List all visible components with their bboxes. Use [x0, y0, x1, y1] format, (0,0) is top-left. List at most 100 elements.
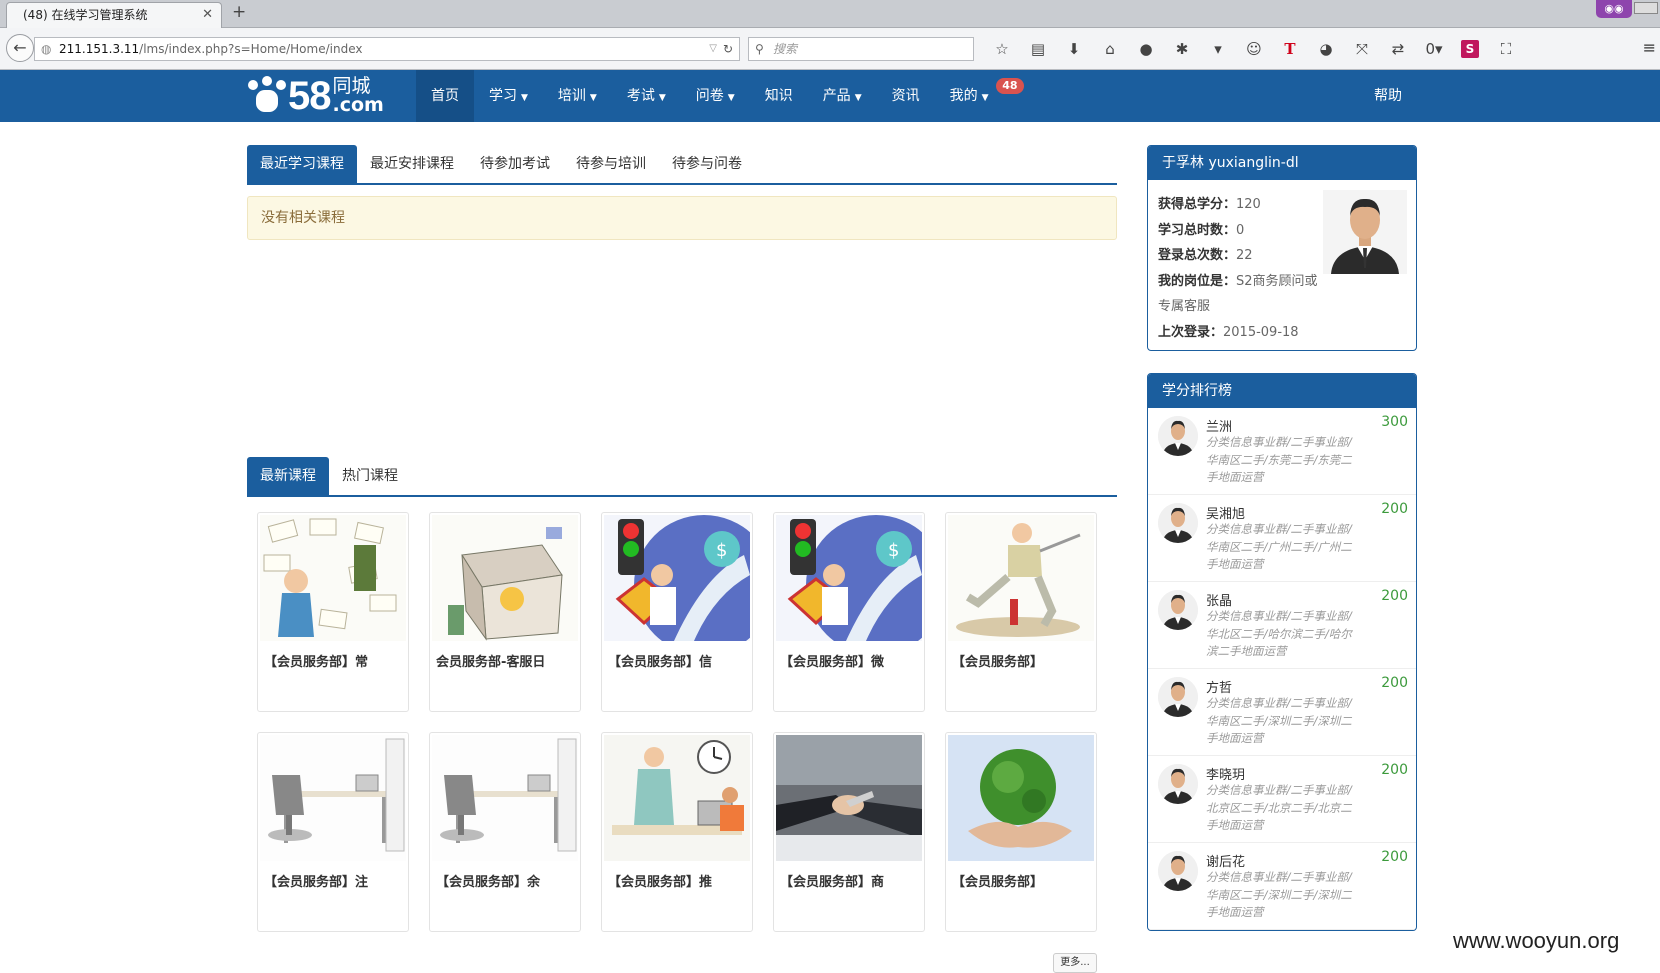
tab-tabs_top-0[interactable]: 最近学习课程 — [247, 145, 357, 183]
course-title[interactable]: 【会员服务部】推 — [608, 871, 748, 890]
course-thumbnail[interactable]: $ — [776, 515, 922, 641]
history-dropdown-icon[interactable]: ▽ — [709, 38, 717, 60]
bookmark-star-icon[interactable]: ☆ — [984, 38, 1020, 60]
course-thumbnail[interactable] — [432, 515, 578, 641]
course-title[interactable]: 【会员服务部】商 — [780, 871, 920, 890]
user-avatar — [1158, 764, 1198, 804]
course-title[interactable]: 【会员服务部】余 — [436, 871, 576, 890]
caret-down-icon: ▼ — [589, 93, 597, 103]
menu-hamburger-icon[interactable]: ≡ — [1643, 38, 1656, 57]
course-card[interactable]: 会员服务部-客服日 — [429, 512, 581, 712]
browser-tab[interactable]: (48) 在线学习管理系统 ✕ — [6, 2, 222, 28]
caret-down-icon: ▼ — [521, 93, 528, 103]
course-title[interactable]: 【会员服务部】 — [952, 651, 1092, 670]
user-avatar — [1158, 416, 1198, 456]
reading-list-icon[interactable]: ▤ — [1020, 38, 1056, 60]
course-thumbnail[interactable] — [776, 735, 922, 861]
course-card[interactable]: 【会员服务部】常 — [257, 512, 409, 712]
course-card[interactable]: 【会员服务部】注 — [257, 732, 409, 932]
private-browsing-icon: ◉◉ — [1596, 0, 1632, 18]
ranking-row: 方哲 分类信息事业群/二手事业部/华南区二手/深圳二手/深圳二手地面运营 200 — [1148, 669, 1416, 756]
course-thumbnail[interactable] — [260, 515, 406, 641]
nav-item-label: 学习 — [489, 88, 517, 104]
ranking-score: 200 — [1381, 501, 1408, 517]
adblock-counter-icon[interactable]: 0▾ — [1416, 38, 1452, 60]
ranking-dept: 分类信息事业群/二手事业部/北京区二手/北京二手/北京二手地面运营 — [1206, 783, 1352, 832]
course-thumbnail[interactable] — [948, 515, 1094, 641]
help-link[interactable]: 帮助 — [1374, 70, 1402, 122]
more-button[interactable]: 更多... — [1053, 953, 1097, 973]
home-icon[interactable]: ⌂ — [1092, 38, 1128, 60]
chevron-down-icon[interactable]: ▾ — [1200, 38, 1236, 60]
search-input[interactable]: ⚲ 搜索 — [748, 37, 974, 61]
tab-tabs_top-4[interactable]: 待参与问卷 — [659, 145, 755, 183]
nav-item-4[interactable]: 问卷 ▼ — [681, 70, 750, 122]
address-bar[interactable]: ◍ 211.151.3.11/lms/index.php?s=Home/Home… — [34, 37, 740, 61]
back-arrow-icon[interactable]: ← — [6, 34, 34, 62]
profile-panel: 于孚林 yuxianglin-dl 获得总学分：120 学习总时数：0 登录总次… — [1147, 145, 1417, 351]
course-tabs: 最新课程 热门课程 — [247, 457, 1117, 497]
course-thumbnail[interactable] — [604, 735, 750, 861]
reload-icon[interactable]: ↻ — [723, 38, 733, 60]
close-tab-icon[interactable]: ✕ — [202, 3, 213, 27]
course-title[interactable]: 【会员服务部】注 — [264, 871, 404, 890]
course-title[interactable]: 【会员服务部】微 — [780, 651, 920, 670]
nav-item-8[interactable]: 我的 ▼ 48 — [935, 70, 1024, 122]
course-thumbnail[interactable] — [260, 735, 406, 861]
course-card[interactable]: $ 【会员服务部】信 — [601, 512, 753, 712]
course-card[interactable]: 【会员服务部】推 — [601, 732, 753, 932]
course-card[interactable]: 【会员服务部】余 — [429, 732, 581, 932]
tab-tabs_top-2[interactable]: 待参加考试 — [467, 145, 563, 183]
credits-value: 120 — [1236, 197, 1261, 212]
nav-item-6[interactable]: 产品 ▼ — [808, 70, 877, 122]
crop-screenshot-icon[interactable]: ⛶ — [1488, 38, 1524, 60]
nav-item-label: 培训 — [557, 88, 586, 104]
course-title[interactable]: 【会员服务部】信 — [608, 651, 748, 670]
svg-text:$: $ — [888, 540, 899, 561]
globe-addon-icon[interactable]: ◕ — [1308, 38, 1344, 60]
ranking-dept: 分类信息事业群/二手事业部/华南区二手/深圳二手/深圳二手地面运营 — [1206, 696, 1352, 745]
switch-proxy-icon[interactable]: ⇄ — [1380, 38, 1416, 60]
nav-item-5[interactable]: 知识 — [750, 70, 808, 122]
course-thumbnail[interactable] — [432, 735, 578, 861]
user-avatar — [1158, 590, 1198, 630]
ranking-row: 张晶 分类信息事业群/二手事业部/华北区二手/哈尔滨二手/哈尔滨二手地面运营 200 — [1148, 582, 1416, 669]
profile-name: 于孚林 yuxianglin-dl — [1148, 146, 1416, 180]
window-controls[interactable] — [1634, 2, 1658, 14]
ranking-score: 200 — [1381, 849, 1408, 865]
tab-tabs_bottom-1[interactable]: 热门课程 — [329, 457, 411, 495]
download-icon[interactable]: ⬇ — [1056, 38, 1092, 60]
ranking-name: 兰洲 — [1206, 420, 1233, 435]
course-thumbnail[interactable]: $ — [604, 515, 750, 641]
s-addon-icon[interactable]: S — [1461, 40, 1479, 58]
text-addon-icon[interactable]: T — [1272, 38, 1308, 60]
course-title[interactable]: 【会员服务部】 — [952, 871, 1092, 890]
course-title[interactable]: 【会员服务部】常 — [264, 651, 404, 670]
chart-addon-icon[interactable]: ⤧ — [1344, 38, 1380, 60]
tab-tabs_top-3[interactable]: 待参与培训 — [563, 145, 659, 183]
site-info-icon[interactable]: ◍ — [41, 38, 51, 60]
course-card[interactable]: 【会员服务部】商 — [773, 732, 925, 932]
nav-item-0[interactable]: 首页 — [416, 70, 474, 122]
smiley-addon-icon[interactable]: ☺ — [1236, 38, 1272, 60]
ranking-dept: 分类信息事业群/二手事业部/华南区二手/东莞二手/东莞二手地面运营 — [1206, 435, 1352, 484]
chat-icon[interactable]: ● — [1128, 38, 1164, 60]
nav-item-1[interactable]: 学习 ▼ — [474, 70, 543, 122]
addon-icon[interactable]: ✱ — [1164, 38, 1200, 60]
course-card[interactable]: $ 【会员服务部】微 — [773, 512, 925, 712]
nav-item-7[interactable]: 资讯 — [877, 70, 935, 122]
logins-value: 22 — [1236, 248, 1253, 263]
course-thumbnail[interactable] — [948, 735, 1094, 861]
nav-item-2[interactable]: 培训 ▼ — [543, 70, 612, 122]
tab-tabs_bottom-0[interactable]: 最新课程 — [247, 457, 329, 495]
site-logo[interactable]: 58 同城 .com — [246, 76, 384, 116]
course-title[interactable]: 会员服务部-客服日 — [436, 651, 576, 670]
new-tab-icon[interactable]: + — [232, 2, 246, 22]
course-card[interactable]: 【会员服务部】 — [945, 732, 1097, 932]
tab-tabs_top-1[interactable]: 最近安排课程 — [357, 145, 467, 183]
notification-badge: 48 — [996, 78, 1024, 94]
ranking-name: 方哲 — [1206, 681, 1233, 696]
url-path: /lms/index.php?s=Home/Home/index — [139, 42, 363, 56]
course-card[interactable]: 【会员服务部】 — [945, 512, 1097, 712]
nav-item-3[interactable]: 考试 ▼ — [612, 70, 681, 122]
